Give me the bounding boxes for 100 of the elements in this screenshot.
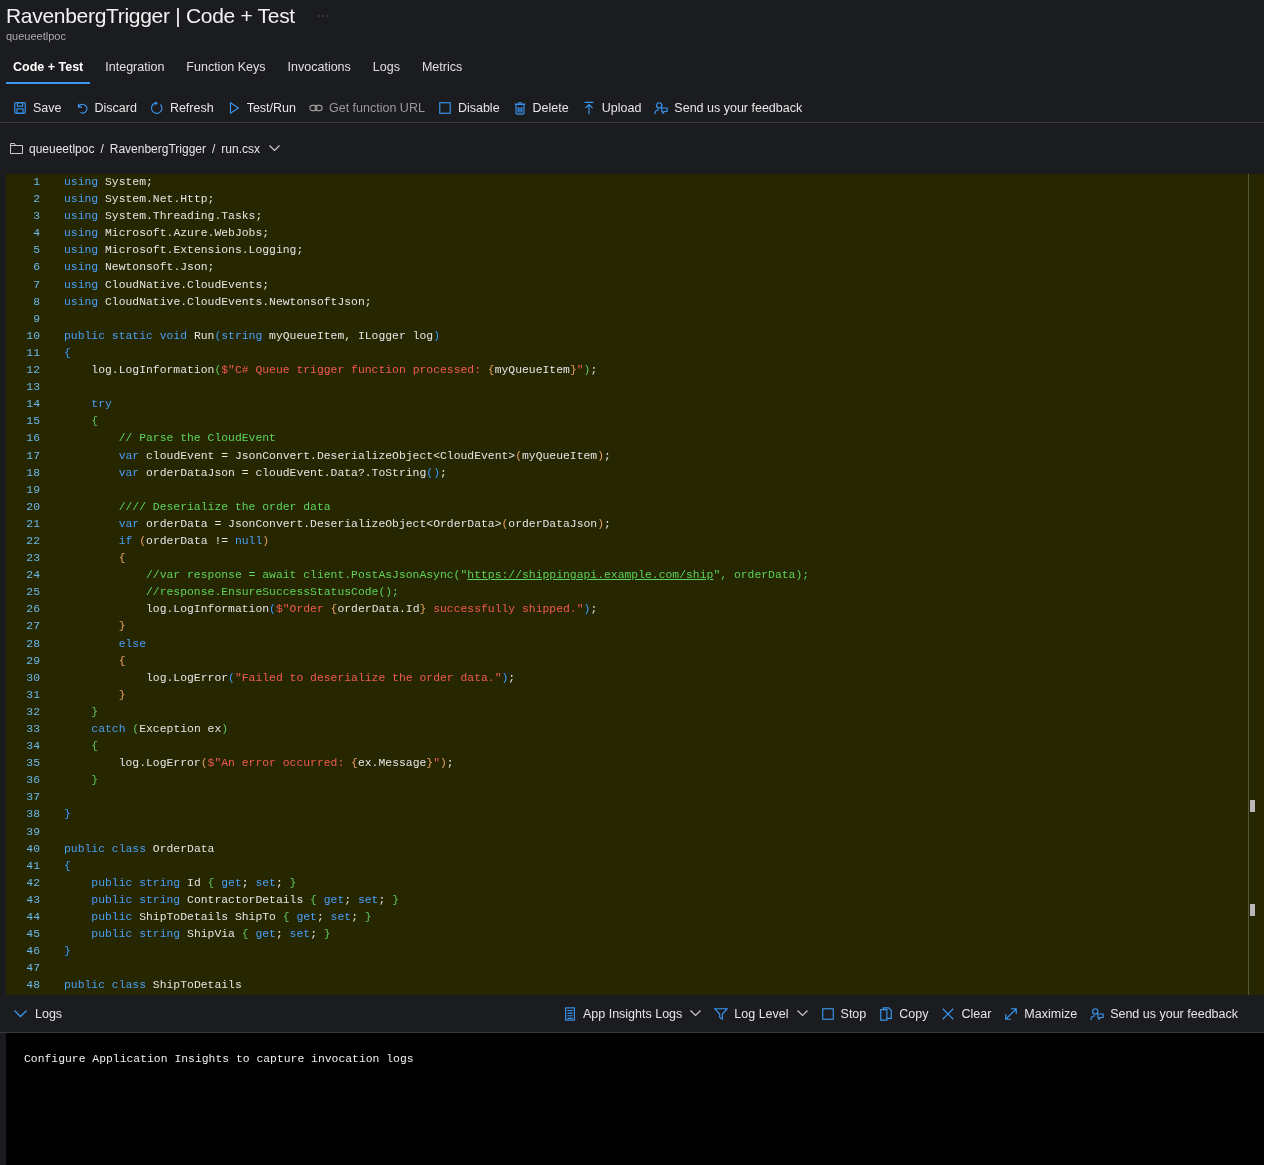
log-action-button[interactable]: Copy xyxy=(874,1004,934,1023)
toolbar-button[interactable]: Send us your feedback xyxy=(649,98,808,117)
code-line: { xyxy=(64,345,71,361)
line-number: 40 xyxy=(25,841,40,857)
line-number: 28 xyxy=(25,636,40,652)
line-number: 13 xyxy=(25,380,40,396)
toolbar-button[interactable]: Delete xyxy=(507,98,574,117)
code-line: public static void Run(string myQueueItem, ILogger log) xyxy=(64,328,440,344)
line-number: 8 xyxy=(32,294,40,310)
chevron-down-icon[interactable] xyxy=(269,145,281,152)
toolbar-button[interactable]: Discard xyxy=(69,98,142,117)
line-number: 11 xyxy=(25,345,40,361)
line-number: 20 xyxy=(25,499,40,515)
toolbar-button[interactable]: Upload xyxy=(576,98,647,117)
line-number: 21 xyxy=(25,516,40,532)
feedback-icon xyxy=(1090,1006,1105,1021)
code-line: log.LogError($"An error occurred: {ex.Message}"); xyxy=(117,756,454,772)
code-line: { xyxy=(117,551,126,567)
breadcrumb-item[interactable]: queueetlpoc xyxy=(29,141,95,156)
line-number: 5 xyxy=(32,243,40,259)
log-action-button[interactable]: Stop xyxy=(815,1004,872,1023)
line-number: 19 xyxy=(25,482,40,498)
code-line: } xyxy=(64,807,71,823)
line-number: 22 xyxy=(25,533,40,549)
log-action-button[interactable]: Send us your feedback xyxy=(1085,1004,1243,1023)
line-number: 12 xyxy=(25,363,40,379)
code-line: public string ShipVia { get; set; } xyxy=(90,927,331,943)
code-line: { xyxy=(90,414,99,430)
refresh-icon xyxy=(149,100,164,115)
code-line: using Microsoft.Extensions.Logging; xyxy=(64,243,304,259)
toolbar-button[interactable]: Test/Run xyxy=(221,98,301,117)
line-number: 43 xyxy=(25,892,40,908)
square-icon xyxy=(820,1006,835,1021)
scroll-marker xyxy=(1250,904,1255,916)
line-number: 10 xyxy=(25,328,40,344)
chevron-down-icon xyxy=(690,1010,702,1017)
list-icon xyxy=(562,1006,577,1021)
code-line: using System.Threading.Tasks; xyxy=(64,209,263,225)
logs-toggle[interactable]: Logs xyxy=(10,1004,67,1023)
breadcrumb-item[interactable]: RavenbergTrigger xyxy=(109,141,206,156)
code-line: } xyxy=(117,619,126,635)
code-line: using Newtonsoft.Json; xyxy=(64,260,215,276)
save-icon xyxy=(13,100,27,115)
line-number: 46 xyxy=(25,944,40,960)
breadcrumb-separator: / xyxy=(212,141,216,156)
chevron-down-icon xyxy=(14,1009,27,1018)
code-line: { xyxy=(117,653,126,669)
line-number: 1 xyxy=(32,175,40,190)
tab[interactable]: Code + Test xyxy=(6,54,91,84)
line-number: 39 xyxy=(25,824,40,840)
line-number: 15 xyxy=(25,414,40,430)
line-number: 17 xyxy=(25,448,40,464)
code-line: public class ShipToDetails xyxy=(64,978,242,994)
close-icon xyxy=(941,1006,956,1021)
line-number: 9 xyxy=(32,311,40,327)
line-number: 32 xyxy=(25,704,40,720)
line-number: 38 xyxy=(25,807,40,823)
line-number: 29 xyxy=(25,653,40,669)
toolbar-button[interactable]: Save xyxy=(8,98,67,117)
square-icon xyxy=(437,100,452,115)
line-number: 7 xyxy=(32,277,40,293)
tab[interactable]: Function Keys xyxy=(179,54,273,84)
log-action-button[interactable]: Maximize xyxy=(999,1004,1083,1023)
code-line: var orderData = JsonConvert.DeserializeObject<OrderData>(orderDataJson); xyxy=(117,516,611,532)
page-subtitle: queueetlpoc xyxy=(6,30,67,42)
code-line: using CloudNative.CloudEvents.NewtonsoftJson; xyxy=(64,294,372,310)
tab[interactable]: Integration xyxy=(98,54,172,84)
line-number: 18 xyxy=(25,465,40,481)
line-number: 34 xyxy=(25,739,40,755)
log-message: Configure Application Insights to capture invocation logs xyxy=(24,1053,414,1065)
line-number: 25 xyxy=(25,585,40,601)
code-line: { xyxy=(64,858,71,874)
scroll-marker xyxy=(1250,800,1255,812)
line-number: 41 xyxy=(25,858,40,874)
folder-icon xyxy=(10,143,23,154)
line-number: 30 xyxy=(25,670,40,686)
trash-icon xyxy=(512,100,527,115)
code-line: log.LogInformation($"C# Queue trigger function processed: {myQueueItem}"); xyxy=(90,363,598,379)
log-action-button[interactable]: App Insights Logs xyxy=(557,1004,707,1023)
line-number: 26 xyxy=(25,602,40,618)
copy-icon xyxy=(879,1006,894,1021)
toolbar-button[interactable]: Disable xyxy=(432,98,505,117)
log-action-button[interactable]: Log Level xyxy=(709,1004,813,1023)
breadcrumb-item[interactable]: run.csx xyxy=(221,141,261,156)
tab[interactable]: Metrics xyxy=(414,54,470,84)
log-action-button[interactable]: Clear xyxy=(936,1004,997,1023)
code-line: if (orderData != null) xyxy=(117,533,270,549)
code-line: public string ContractorDetails { get; set; } xyxy=(90,892,399,908)
code-line: public string Id { get; set; } xyxy=(90,875,297,891)
line-number: 42 xyxy=(25,875,40,891)
toolbar-button[interactable]: Refresh xyxy=(144,98,219,117)
tab[interactable]: Logs xyxy=(365,54,407,84)
feedback-icon xyxy=(654,100,669,115)
code-line: } xyxy=(90,704,99,720)
line-number: 48 xyxy=(25,978,40,994)
line-number: 35 xyxy=(25,756,40,772)
line-number: 36 xyxy=(25,773,40,789)
tab[interactable]: Invocations xyxy=(280,54,358,84)
line-number: 37 xyxy=(25,790,40,806)
code-line: var orderDataJson = cloudEvent.Data?.ToString(); xyxy=(117,465,447,481)
